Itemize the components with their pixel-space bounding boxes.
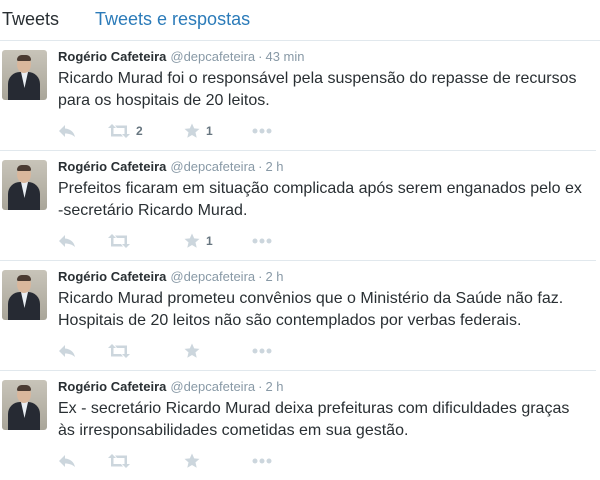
tweet-header: Rogério Cafeteira @depcafeteira · 43 min — [58, 49, 305, 65]
favorite-count: 1 — [206, 234, 213, 248]
more-ellipsis-icon — [252, 128, 272, 134]
retweet-count: 2 — [136, 124, 143, 138]
retweet-button[interactable] — [108, 231, 136, 251]
favorite-button[interactable] — [184, 341, 206, 361]
separator-dot: · — [258, 49, 263, 64]
retweet-icon — [108, 124, 130, 138]
retweet-button[interactable] — [108, 341, 136, 361]
favorite-button[interactable] — [184, 451, 206, 471]
reply-button[interactable] — [58, 341, 76, 361]
tweet-text: Prefeitos ficaram em situação complicada… — [58, 180, 582, 219]
author-name[interactable]: Rogério Cafeteira — [58, 159, 166, 174]
reply-icon — [59, 345, 75, 357]
profile-tabs: Tweets Tweets e respostas — [0, 0, 600, 41]
favorite-star-icon — [184, 233, 200, 248]
tab-tweets[interactable]: Tweets — [2, 9, 59, 30]
author-handle[interactable]: @depcafeteira — [170, 49, 255, 64]
separator-dot: · — [258, 159, 263, 174]
tweet-text: Ricardo Murad foi o responsável pela sus… — [58, 70, 577, 109]
avatar[interactable] — [2, 160, 47, 210]
tweet-timestamp[interactable]: 43 min — [265, 49, 304, 64]
author-handle[interactable]: @depcafeteira — [170, 159, 255, 174]
tweet[interactable]: Rogério Cafeteira @depcafeteira · 2 h Ex - … — [0, 371, 596, 480]
favorite-star-icon — [184, 343, 200, 358]
more-button[interactable] — [252, 121, 272, 141]
tweet-actions: 1 — [58, 231, 358, 251]
reply-icon — [59, 125, 75, 137]
more-ellipsis-icon — [252, 458, 272, 464]
more-ellipsis-icon — [252, 348, 272, 354]
avatar[interactable] — [2, 380, 47, 430]
tweet-text: Ricardo Murad prometeu convênios que o M… — [58, 290, 564, 329]
author-name[interactable]: Rogério Cafeteira — [58, 49, 166, 64]
tweet-header: Rogério Cafeteira @depcafeteira · 2 h — [58, 269, 284, 285]
author-handle[interactable]: @depcafeteira — [170, 379, 255, 394]
tweet-header: Rogério Cafeteira @depcafeteira · 2 h — [58, 159, 284, 175]
tweet-timestamp[interactable]: 2 h — [265, 159, 283, 174]
reply-icon — [59, 235, 75, 247]
tweet-actions — [58, 451, 358, 471]
tweet[interactable]: Rogério Cafeteira @depcafeteira · 2 h Prefe… — [0, 151, 596, 261]
retweet-button[interactable] — [108, 451, 136, 471]
favorite-button[interactable]: 1 — [184, 121, 213, 141]
retweet-button[interactable]: 2 — [108, 121, 143, 141]
avatar[interactable] — [2, 50, 47, 100]
reply-icon — [59, 455, 75, 467]
more-button[interactable] — [252, 341, 272, 361]
author-name[interactable]: Rogério Cafeteira — [58, 269, 166, 284]
avatar[interactable] — [2, 270, 47, 320]
author-handle[interactable]: @depcafeteira — [170, 269, 255, 284]
more-ellipsis-icon — [252, 238, 272, 244]
more-button[interactable] — [252, 451, 272, 471]
tweet-actions — [58, 341, 358, 361]
tweet-text: Ex - secretário Ricardo Murad deixa pref… — [58, 400, 570, 439]
tweet[interactable]: Rogério Cafeteira @depcafeteira · 2 h Ricar… — [0, 261, 596, 371]
tweet-timestamp[interactable]: 2 h — [265, 379, 283, 394]
separator-dot: · — [258, 379, 263, 394]
tweet[interactable]: Rogério Cafeteira @depcafeteira · 43 min Ri… — [0, 41, 596, 151]
more-button[interactable] — [252, 231, 272, 251]
tweet-timestamp[interactable]: 2 h — [265, 269, 283, 284]
tab-tweets-and-replies[interactable]: Tweets e respostas — [95, 9, 250, 30]
retweet-icon — [108, 454, 130, 468]
tweet-actions: 2 1 — [58, 121, 358, 141]
reply-button[interactable] — [58, 121, 76, 141]
reply-button[interactable] — [58, 231, 76, 251]
favorite-button[interactable]: 1 — [184, 231, 213, 251]
author-name[interactable]: Rogério Cafeteira — [58, 379, 166, 394]
tweet-header: Rogério Cafeteira @depcafeteira · 2 h — [58, 379, 284, 395]
separator-dot: · — [258, 269, 263, 284]
reply-button[interactable] — [58, 451, 76, 471]
favorite-star-icon — [184, 453, 200, 468]
favorite-count: 1 — [206, 124, 213, 138]
retweet-icon — [108, 234, 130, 248]
favorite-star-icon — [184, 123, 200, 138]
retweet-icon — [108, 344, 130, 358]
